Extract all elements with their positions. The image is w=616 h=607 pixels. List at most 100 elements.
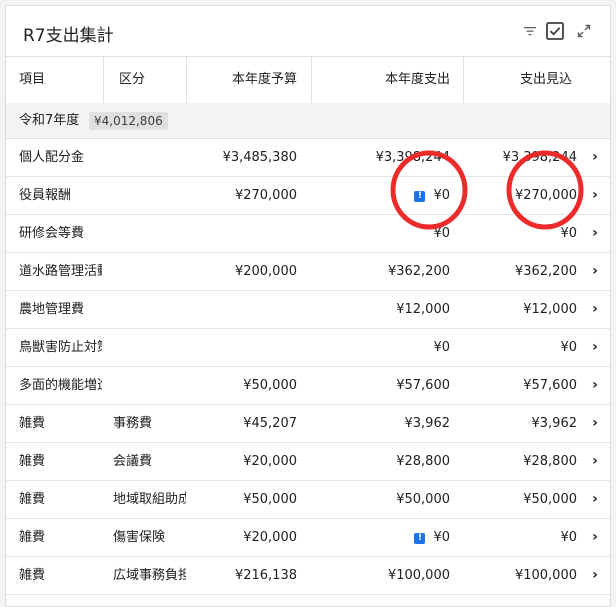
table-row[interactable]: 多面的機能増進 ¥50,000 ¥57,600 ¥57,600 › <box>6 367 610 405</box>
row-spend: ¥100,000 <box>388 557 450 594</box>
info-icon: ! <box>414 191 426 202</box>
table-row[interactable]: 雑費 傷害保険 ¥20,000! ¥0 ¥0 › <box>6 519 610 557</box>
row-spend-value: ¥0 <box>433 188 450 203</box>
table-row[interactable]: 個人配分金 ¥3,485,380 ¥3,398,244 ¥3,398,244 › <box>6 139 610 177</box>
row-budget: ¥3,485,380 <box>222 150 297 165</box>
row-budget: ¥216,138 <box>234 568 297 583</box>
row-category <box>113 215 186 252</box>
row-spend: ¥3,962 <box>405 405 451 442</box>
row-item: 道水路管理活動 <box>19 264 102 279</box>
row-spend: ! ¥0 <box>414 519 450 556</box>
row-projection: ¥57,600 <box>523 378 577 393</box>
chevron-right-icon[interactable]: › <box>589 557 601 594</box>
row-spend-value: ¥3,398,244 <box>375 150 450 165</box>
chevron-right-icon[interactable]: › <box>589 367 601 404</box>
chevron-right-icon[interactable]: › <box>589 405 601 442</box>
row-spend-value: ¥0 <box>433 340 450 355</box>
row-spend: ¥28,800 <box>396 443 450 480</box>
table-row[interactable]: 鳥獣害防止対策 ¥0 ¥0 › <box>6 329 610 367</box>
row-spend-value: ¥28,800 <box>396 454 450 469</box>
row-spend: ¥3,398,244 <box>376 139 450 176</box>
column-header-category[interactable]: 区分 <box>119 57 145 103</box>
row-category: 傷害保険 <box>113 530 166 545</box>
row-category <box>113 253 186 290</box>
column-header-item[interactable]: 項目 <box>19 57 45 103</box>
row-category: 地域取組助成 <box>113 492 186 507</box>
row-spend: ¥0 <box>433 329 450 366</box>
chevron-right-icon[interactable]: › <box>589 443 601 480</box>
spending-summary-card: R7支出集計 項目 区分 本年度予算 本年度支出 支出見込 令和7年度 ¥4,0… <box>5 5 611 607</box>
row-spend-value: ¥3,962 <box>404 416 451 431</box>
row-spend: ¥57,600 <box>396 367 450 404</box>
chevron-right-icon[interactable]: › <box>589 481 601 518</box>
row-category: 広域事務負担 <box>113 568 186 583</box>
row-category <box>113 139 186 176</box>
row-item: 雑費 <box>19 492 46 507</box>
column-header-projection[interactable]: 支出見込 <box>520 57 572 103</box>
chevron-right-icon[interactable]: › <box>589 291 601 328</box>
row-item: 雑費 <box>19 416 46 431</box>
row-spend: ¥0 <box>433 215 450 252</box>
row-category <box>113 291 186 328</box>
table-row[interactable]: 役員報酬 ¥270,000! ¥0 ¥270,000 › <box>6 177 610 215</box>
row-budget: ¥45,207 <box>243 416 297 431</box>
row-budget: ¥20,000 <box>243 530 297 545</box>
row-category <box>113 329 186 366</box>
row-projection: ¥28,800 <box>523 454 577 469</box>
group-row-fiscal-year[interactable]: 令和7年度 ¥4,012,806 <box>6 103 610 139</box>
row-spend: ¥50,000 <box>396 481 450 518</box>
row-projection: ¥0 <box>560 226 577 241</box>
row-spend-value: ¥50,000 <box>396 492 450 507</box>
chevron-right-icon[interactable]: › <box>589 139 601 176</box>
chevron-right-icon[interactable]: › <box>589 329 601 366</box>
row-spend-value: ¥0 <box>433 226 450 241</box>
row-projection: ¥3,962 <box>531 416 578 431</box>
checkbox-icon[interactable] <box>545 21 565 41</box>
row-item: 鳥獣害防止対策 <box>19 340 102 355</box>
row-item: 農地管理費 <box>19 302 85 317</box>
table-row[interactable]: 雑費 地域取組助成 ¥50,000 ¥50,000 ¥50,000 › <box>6 481 610 519</box>
row-item: 役員報酬 <box>19 188 72 203</box>
column-header-budget[interactable]: 本年度予算 <box>232 57 297 103</box>
row-item: 雑費 <box>19 454 46 469</box>
table-row[interactable]: 農地管理費 ¥12,000 ¥12,000 › <box>6 291 610 329</box>
table-row[interactable]: 研修会等費 ¥0 ¥0 › <box>6 215 610 253</box>
row-category <box>113 177 186 214</box>
column-divider <box>103 57 104 103</box>
row-budget: ¥20,000 <box>243 454 297 469</box>
row-projection: ¥100,000 <box>514 568 577 583</box>
row-item: 研修会等費 <box>19 226 85 241</box>
row-spend-value: ¥57,600 <box>396 378 450 393</box>
chevron-right-icon[interactable]: › <box>589 519 601 556</box>
chevron-right-icon[interactable]: › <box>589 253 601 290</box>
table-row[interactable]: 雑費 会議費 ¥20,000 ¥28,800 ¥28,800 › <box>6 443 610 481</box>
group-total-badge: ¥4,012,806 <box>89 112 168 130</box>
row-projection: ¥362,200 <box>514 264 577 279</box>
row-budget: ¥270,000 <box>234 188 297 203</box>
column-divider <box>311 57 312 103</box>
column-header-row: 項目 区分 本年度予算 本年度支出 支出見込 <box>6 56 610 104</box>
row-spend: ¥12,000 <box>396 291 450 328</box>
row-spend-value: ¥12,000 <box>396 302 450 317</box>
column-header-spend[interactable]: 本年度支出 <box>385 57 450 103</box>
row-spend: ! ¥0 <box>414 177 450 214</box>
row-spend-value: ¥0 <box>433 530 450 545</box>
row-budget: ¥200,000 <box>234 264 297 279</box>
chevron-right-icon[interactable]: › <box>589 177 601 214</box>
row-category: 事務費 <box>113 416 153 431</box>
card-title: R7支出集計 <box>23 26 114 46</box>
row-projection: ¥270,000 <box>514 188 577 203</box>
row-item: 個人配分金 <box>19 150 85 165</box>
chevron-right-icon[interactable]: › <box>589 215 601 252</box>
filter-icon[interactable] <box>520 21 540 41</box>
table-row[interactable]: 道水路管理活動 ¥200,000 ¥362,200 ¥362,200 › <box>6 253 610 291</box>
row-category: 会議費 <box>113 454 153 469</box>
table-row[interactable]: 雑費 広域事務負担 ¥216,138 ¥100,000 ¥100,000 › <box>6 557 610 595</box>
table-row[interactable]: 雑費 事務費 ¥45,207 ¥3,962 ¥3,962 › <box>6 405 610 443</box>
row-spend: ¥362,200 <box>388 253 450 290</box>
row-item: 多面的機能増進 <box>19 378 102 393</box>
row-projection: ¥50,000 <box>523 492 577 507</box>
expand-icon[interactable] <box>574 21 594 41</box>
group-label: 令和7年度 <box>19 113 80 128</box>
row-category <box>113 367 186 404</box>
